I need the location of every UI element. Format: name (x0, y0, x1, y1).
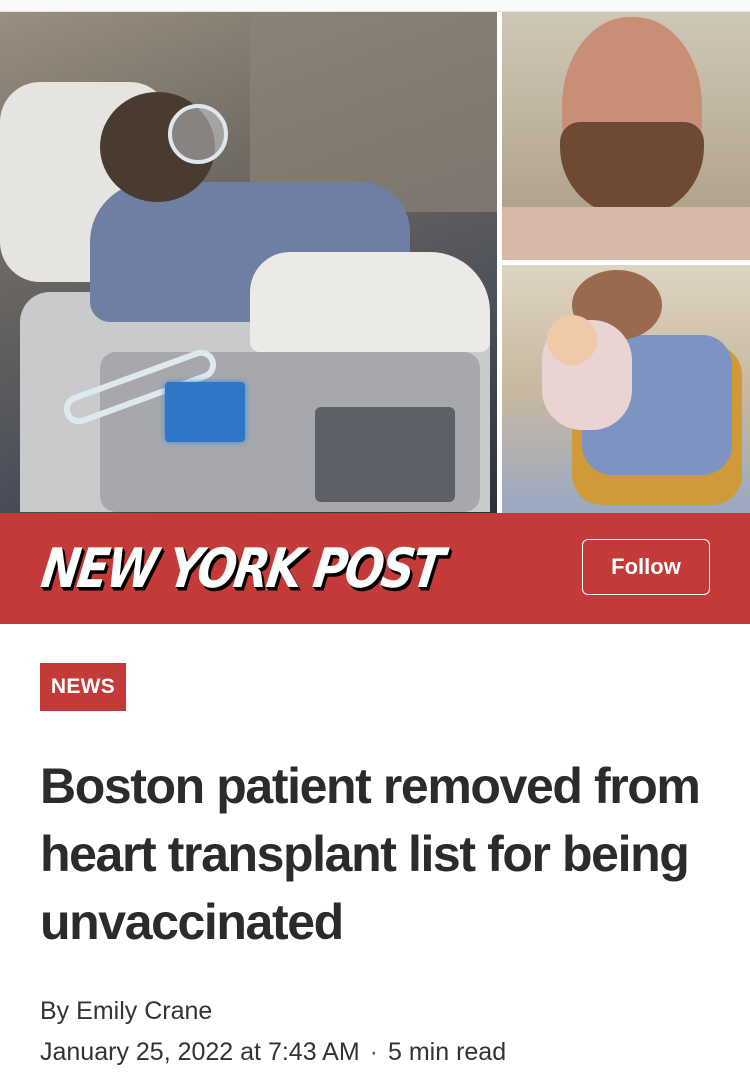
meta-separator: · (369, 1038, 378, 1066)
bed-control-panel (315, 407, 455, 502)
bed-screen (165, 382, 245, 442)
article-headline: Boston patient removed from heart transp… (40, 758, 701, 950)
author-name[interactable]: Emily Crane (76, 997, 212, 1025)
man-beard (560, 122, 704, 217)
top-divider (0, 0, 750, 12)
child-head (547, 315, 597, 365)
hospital-bed-photo[interactable] (0, 12, 497, 513)
category-badge[interactable]: NEWS (40, 663, 126, 711)
article-meta: January 25, 2022 at 7:43 AM · 5 min read (40, 1038, 506, 1067)
blanket (250, 252, 490, 352)
new-york-post-logo[interactable]: NEW YORK POST (36, 527, 447, 610)
hero-image-collage[interactable] (0, 0, 750, 513)
follow-button[interactable]: Follow (582, 539, 710, 595)
byline-prefix: By (40, 997, 70, 1025)
shirt (502, 207, 750, 260)
read-time: 5 min read (388, 1038, 507, 1066)
father-child-photo[interactable] (502, 265, 750, 513)
portrait-photo[interactable] (502, 12, 750, 260)
byline: By Emily Crane (40, 997, 212, 1026)
publish-date: January 25, 2022 at 7:43 AM (40, 1038, 360, 1066)
oxygen-mask (168, 104, 228, 164)
